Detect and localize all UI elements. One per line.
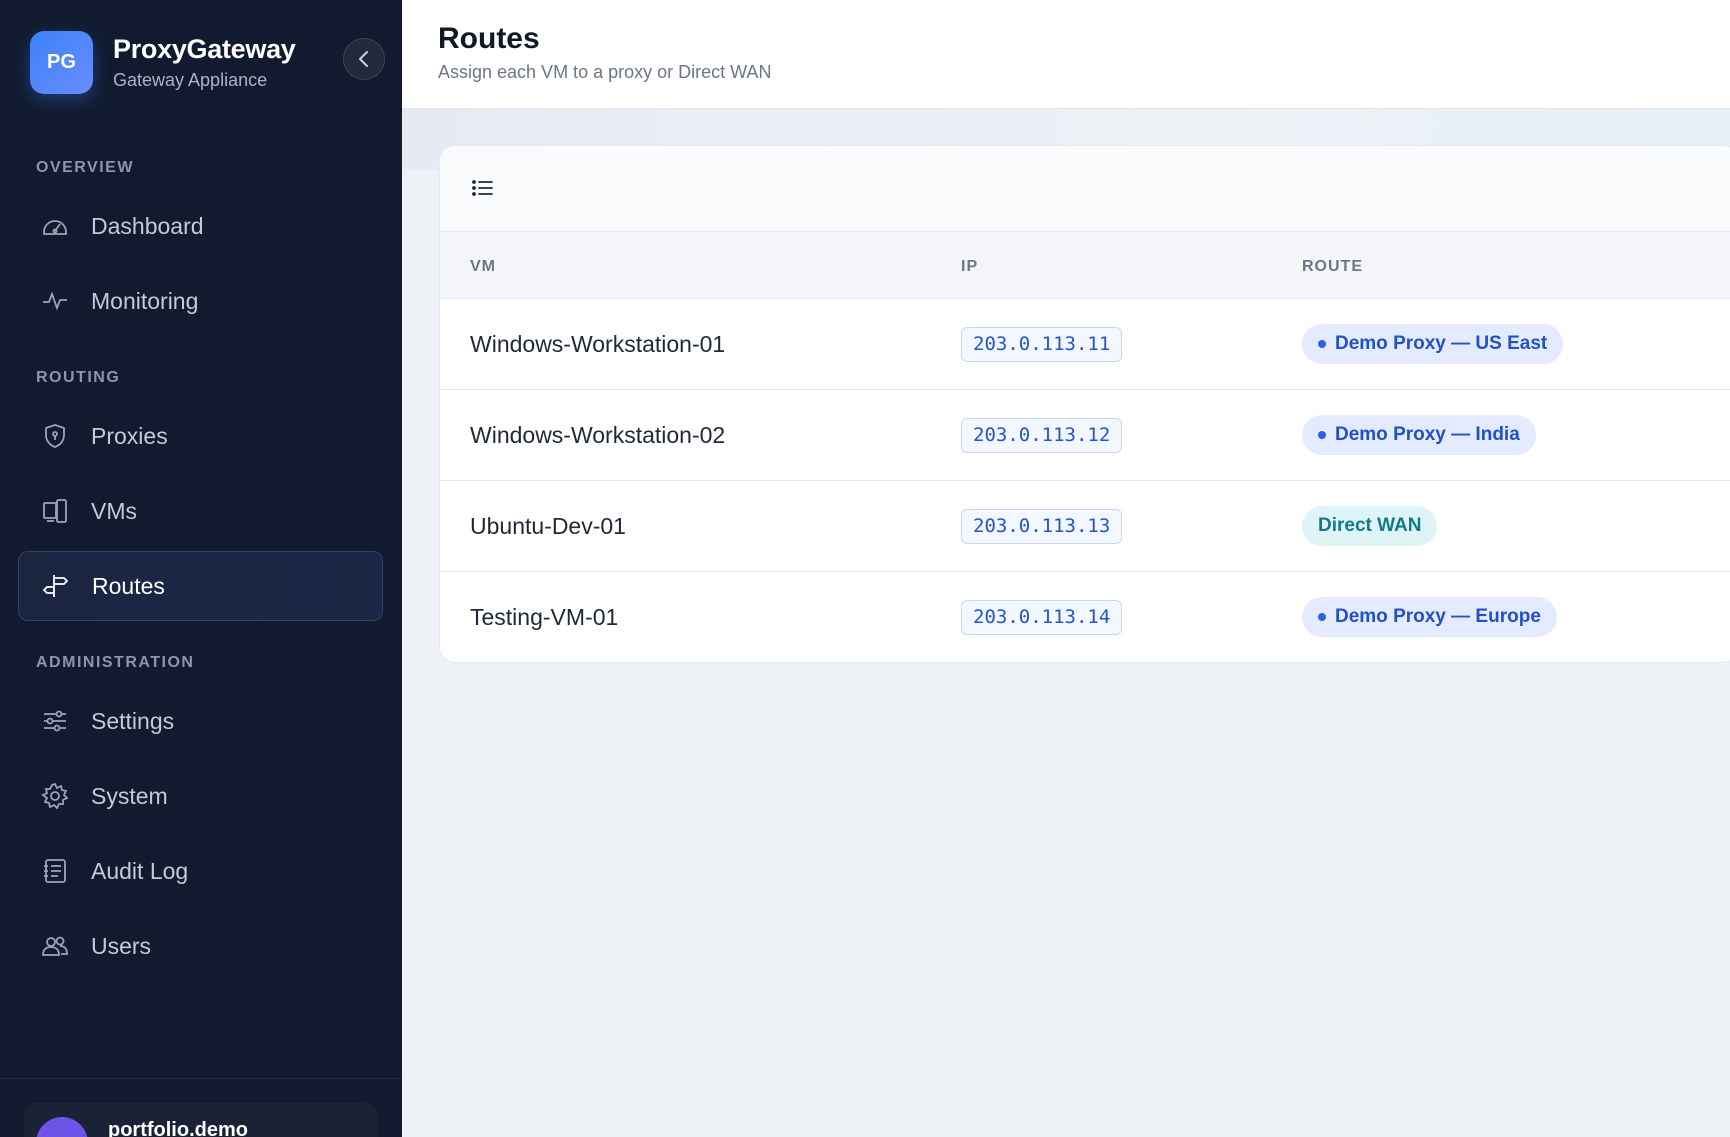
collapse-sidebar-button[interactable]: [343, 38, 385, 80]
vm-name: Windows-Workstation-02: [470, 422, 726, 448]
sidebar-item-label: Monitoring: [91, 287, 199, 314]
table-row[interactable]: Windows-Workstation-02 203.0.113.12 Demo…: [440, 390, 1730, 481]
table-row[interactable]: Ubuntu-Dev-01 203.0.113.13 Direct WAN: [440, 481, 1730, 572]
user-name: portfolio.demo: [108, 1119, 248, 1137]
sidebar-item-label: Settings: [91, 707, 175, 734]
sidebar-item-vms[interactable]: VMs: [18, 476, 383, 546]
sidebar-item-label: Users: [91, 932, 152, 959]
sidebar-item-label: Audit Log: [91, 857, 189, 884]
sidebar-item-dashboard[interactable]: Dashboard: [18, 191, 383, 261]
sidebar-item-routes[interactable]: Routes: [18, 551, 383, 621]
sidebar-item-label: VMs: [91, 497, 137, 524]
chevron-left-icon: [359, 51, 368, 67]
user-menu[interactable]: portfolio.demo: [24, 1103, 377, 1137]
route-badge[interactable]: Direct WAN: [1302, 506, 1438, 546]
route-badge[interactable]: Demo Proxy — US East: [1302, 324, 1564, 364]
route-badge[interactable]: Demo Proxy — Europe: [1302, 597, 1557, 637]
vm-name: Ubuntu-Dev-01: [470, 513, 626, 539]
routes-card: VM IP ROUTE Windows-Workstation-01 203.0…: [439, 145, 1730, 663]
card-toolbar: [440, 146, 1730, 232]
status-dot: [1318, 340, 1326, 348]
sidebar-item-users[interactable]: Users: [18, 911, 383, 981]
ip-address: 203.0.113.13: [961, 509, 1123, 544]
brand-logo: PG: [30, 31, 93, 94]
avatar: [36, 1117, 88, 1137]
sidebar-item-proxies[interactable]: Proxies: [18, 401, 383, 471]
brand-subtitle: Gateway Appliance: [113, 70, 268, 90]
gear-icon: [40, 781, 70, 811]
page-header: Routes Assign each VM to a proxy or Dire…: [402, 0, 1730, 109]
sidebar-item-settings[interactable]: Settings: [18, 686, 383, 756]
sidebar-item-label: Dashboard: [91, 212, 204, 239]
shield-icon: [40, 421, 70, 451]
vm-name: Windows-Workstation-01: [470, 331, 726, 357]
table-header: VM IP ROUTE: [440, 232, 1730, 299]
page-title: Routes: [438, 22, 540, 55]
sidebar-item-label: Proxies: [91, 422, 168, 449]
brand-name: ProxyGateway: [113, 34, 296, 64]
page-subtitle: Assign each VM to a proxy or Direct WAN: [438, 62, 772, 82]
vm-name: Testing-VM-01: [470, 604, 619, 630]
devices-icon: [40, 496, 70, 526]
route-label: Direct WAN: [1318, 515, 1422, 536]
activity-icon: [40, 286, 70, 316]
ip-address: 203.0.113.12: [961, 418, 1123, 453]
status-dot: [1318, 431, 1326, 439]
users-icon: [40, 931, 70, 961]
sliders-icon: [40, 706, 70, 736]
column-header-route[interactable]: ROUTE: [1302, 258, 1363, 276]
sidebar-item-label: System: [91, 782, 168, 809]
sidebar: PG ProxyGateway Gateway Appliance OVERVI…: [0, 0, 402, 1137]
sidebar-item-label: Routes: [92, 572, 165, 599]
status-dot: [1318, 613, 1326, 621]
nav-section-routing: ROUTING: [36, 369, 121, 386]
sidebar-item-system[interactable]: System: [18, 761, 383, 831]
ip-address: 203.0.113.14: [961, 600, 1123, 635]
sidebar-item-audit-log[interactable]: Audit Log: [18, 836, 383, 906]
nav-section-administration: ADMINISTRATION: [36, 654, 195, 671]
route-label: Demo Proxy — India: [1335, 424, 1520, 445]
log-icon: [40, 856, 70, 886]
sidebar-item-monitoring[interactable]: Monitoring: [18, 266, 383, 336]
ip-address: 203.0.113.11: [961, 327, 1123, 362]
column-header-vm[interactable]: VM: [470, 258, 496, 276]
list-icon[interactable]: [472, 179, 494, 202]
brand: PG ProxyGateway Gateway Appliance: [30, 31, 296, 94]
table-row[interactable]: Testing-VM-01 203.0.113.14 Demo Proxy — …: [440, 572, 1730, 662]
route-badge[interactable]: Demo Proxy — India: [1302, 415, 1536, 455]
route-label: Demo Proxy — Europe: [1335, 606, 1541, 627]
signpost-icon: [41, 571, 71, 601]
nav-section-overview: OVERVIEW: [36, 159, 134, 176]
gauge-icon: [40, 211, 70, 241]
table-row[interactable]: Windows-Workstation-01 203.0.113.11 Demo…: [440, 299, 1730, 390]
route-label: Demo Proxy — US East: [1335, 333, 1548, 354]
column-header-ip[interactable]: IP: [961, 258, 978, 276]
